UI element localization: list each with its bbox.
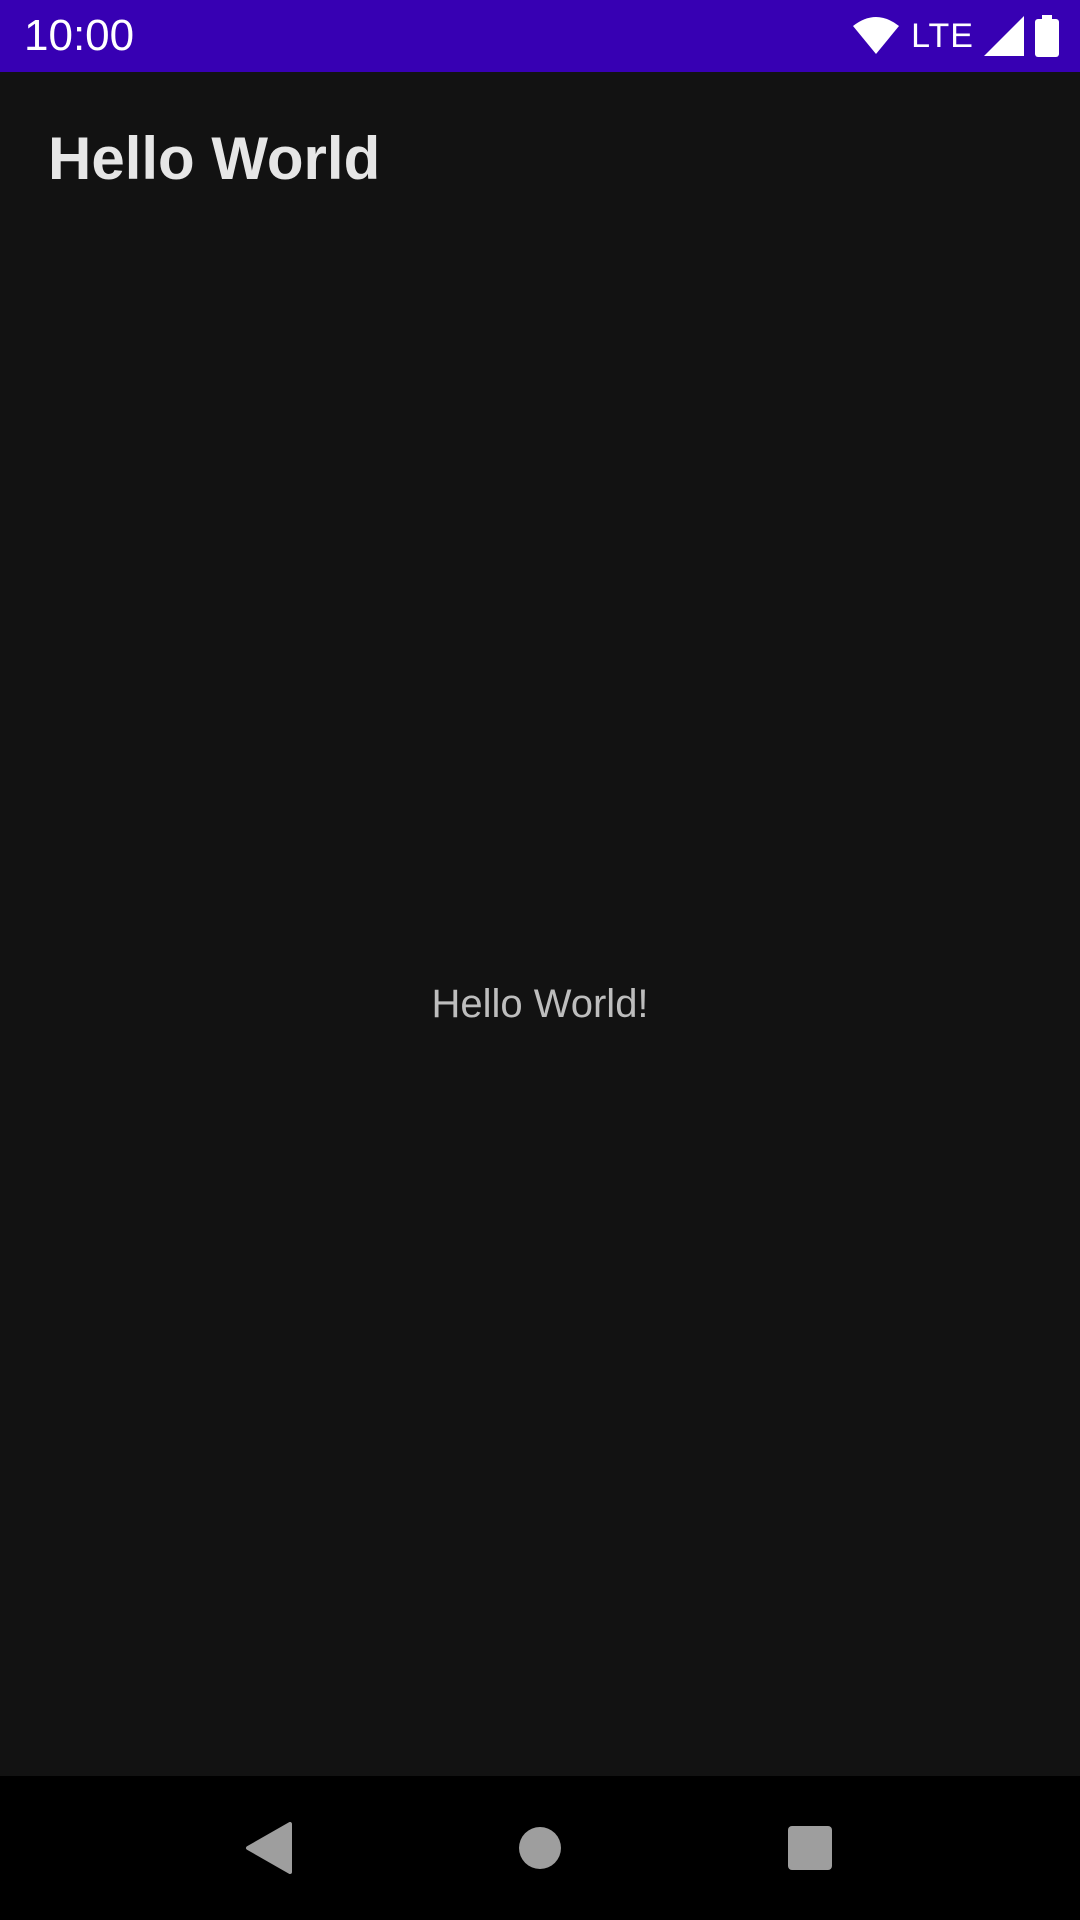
navigation-bar: [0, 1776, 1080, 1920]
network-type-label: LTE: [911, 17, 974, 55]
wifi-icon: [851, 16, 901, 56]
hello-world-text: Hello World!: [431, 982, 649, 1026]
back-button[interactable]: [196, 1776, 340, 1920]
cell-signal-icon: [984, 16, 1024, 56]
battery-icon: [1034, 15, 1060, 57]
recents-button[interactable]: [738, 1776, 882, 1920]
home-icon: [519, 1827, 561, 1869]
home-button[interactable]: [468, 1776, 612, 1920]
status-time: 10:00: [24, 11, 135, 60]
status-bar: 10:00 LTE: [0, 0, 1080, 72]
recents-icon: [788, 1826, 832, 1870]
app-bar: Hello World: [0, 72, 1080, 242]
app-screen: 10:00 LTE Hello World Hello World!: [0, 0, 1080, 1920]
back-icon: [246, 1822, 292, 1874]
page-title: Hello World: [48, 125, 381, 192]
status-icons: LTE: [851, 0, 1060, 72]
